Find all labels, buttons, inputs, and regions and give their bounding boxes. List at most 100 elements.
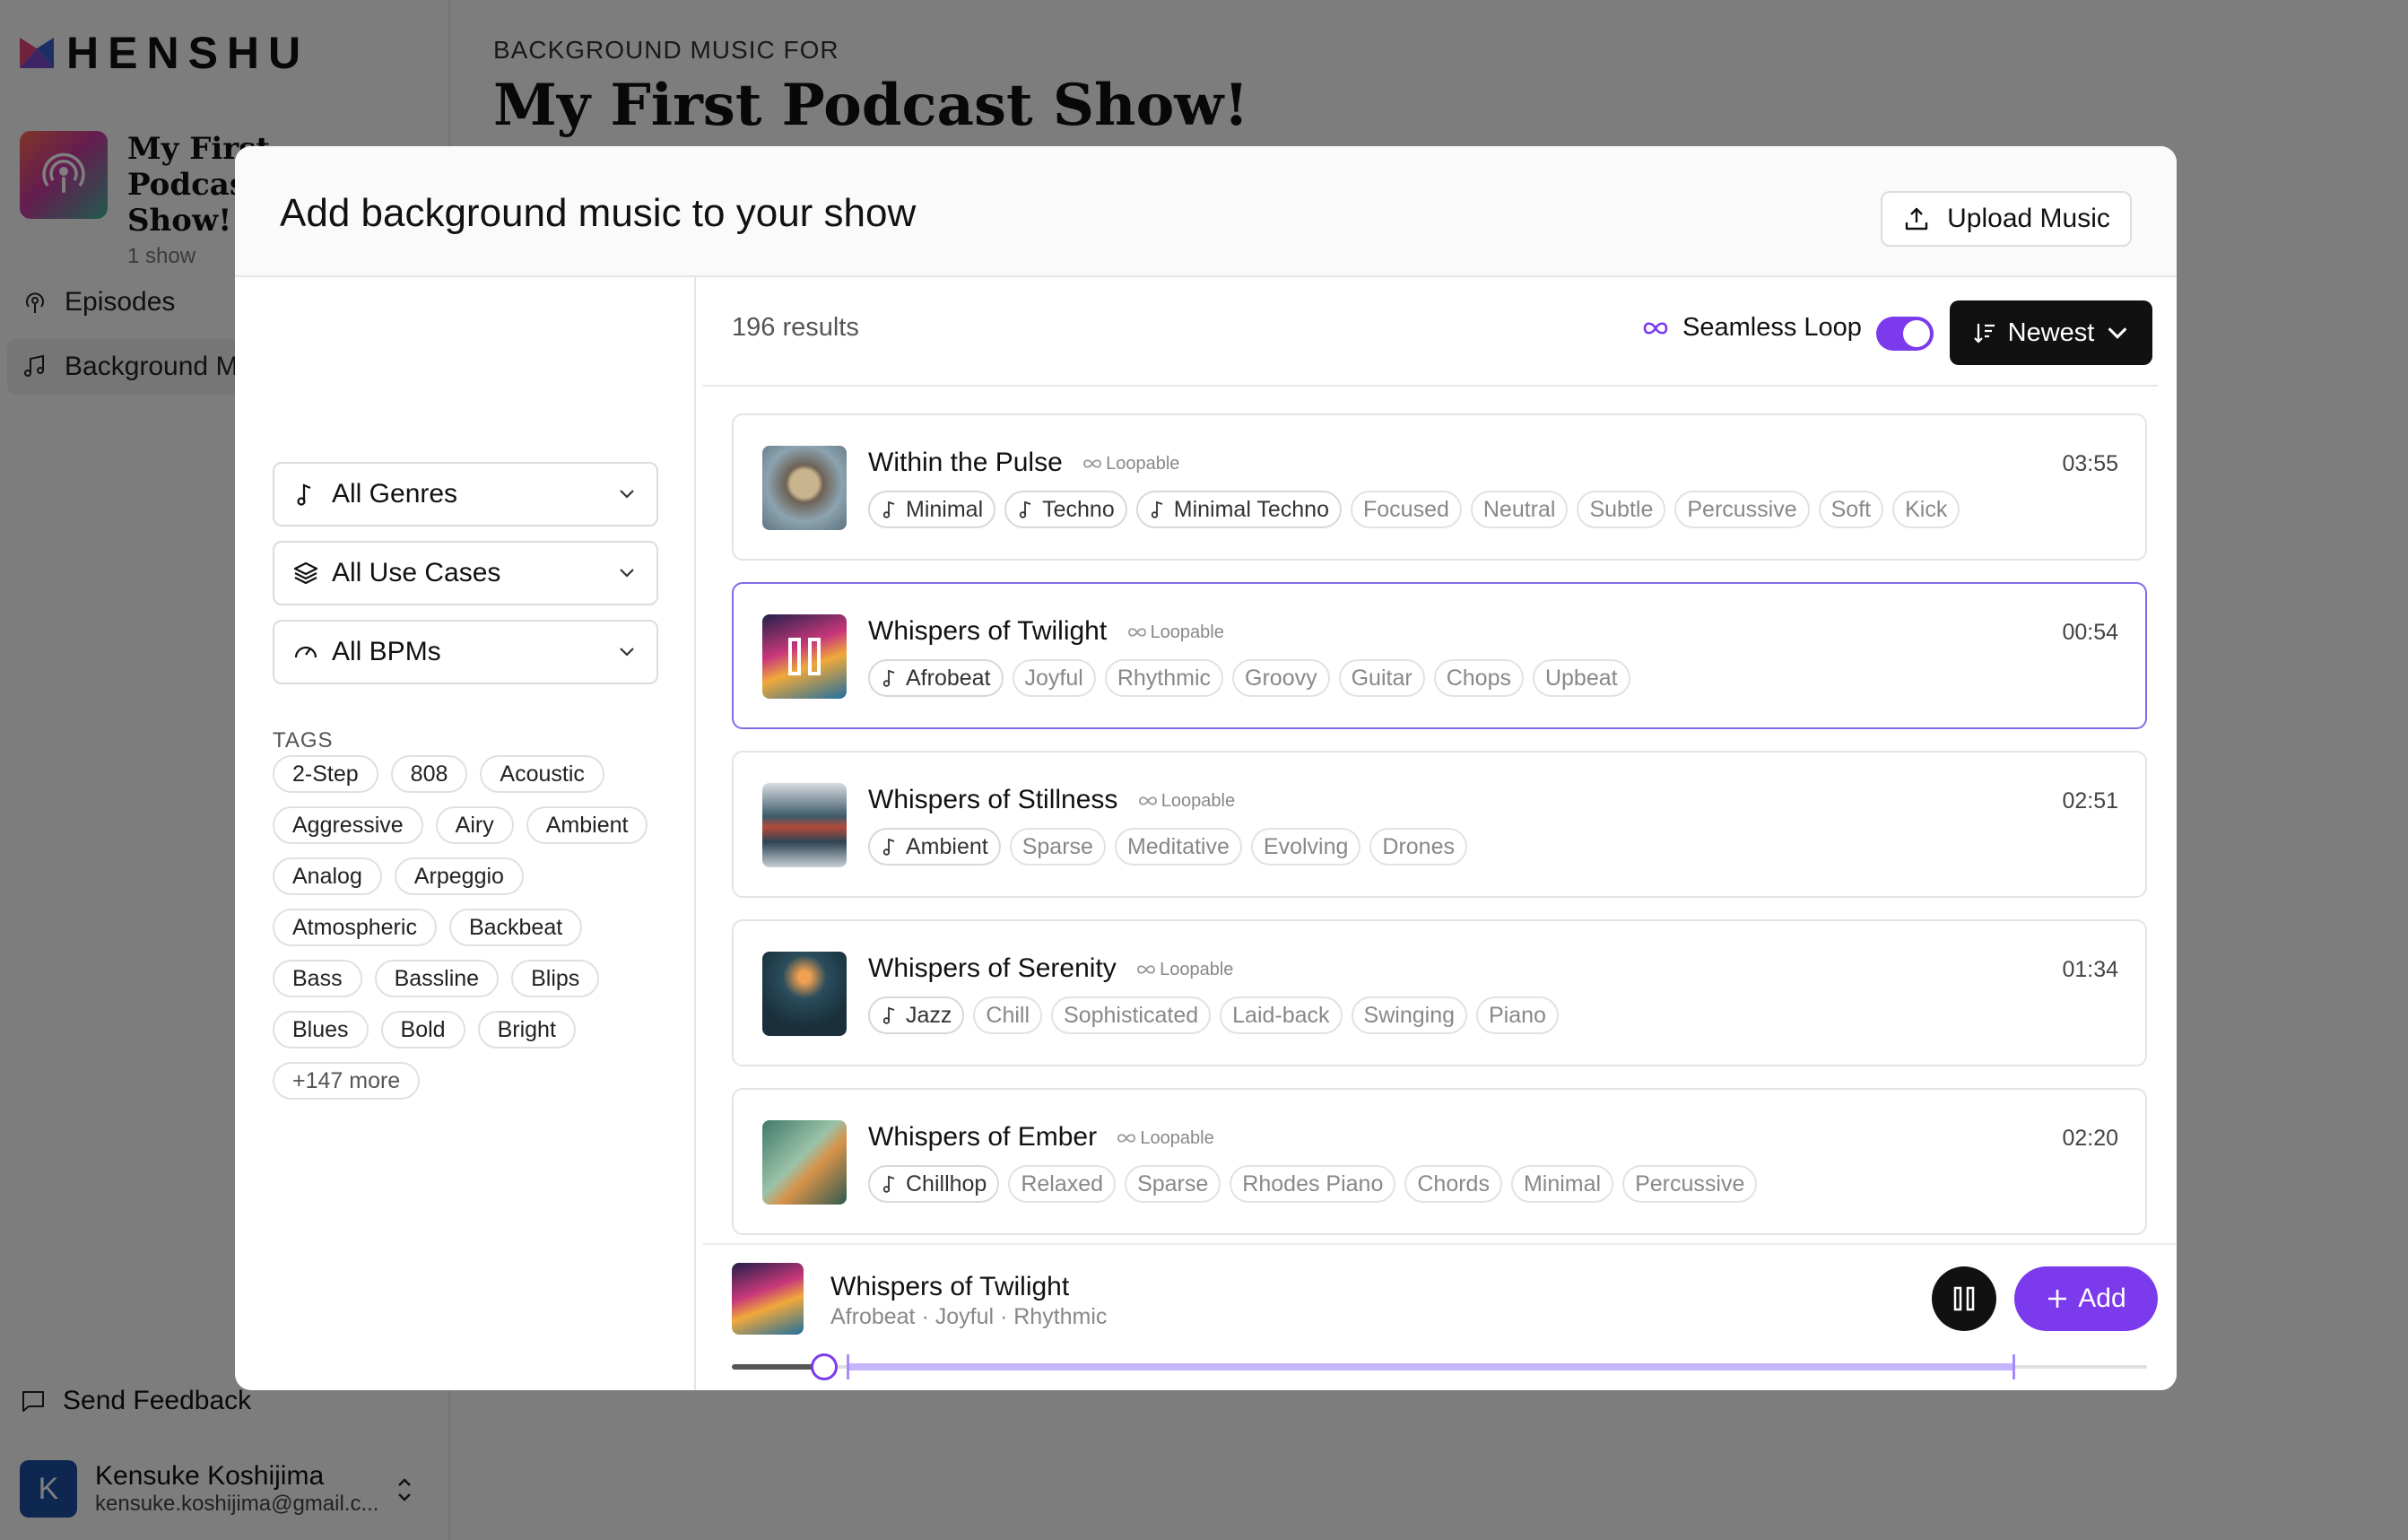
mood-tag[interactable]: Minimal [1510,1165,1614,1203]
filter-tag[interactable]: Acoustic [480,755,604,793]
loopable-badge: Loopable [1136,960,1233,980]
loopable-label: Loopable [1106,453,1180,474]
infinity-icon [1117,1134,1136,1143]
filter-tag[interactable]: Blips [511,960,600,997]
genre-tag[interactable]: Minimal Techno [1135,491,1342,528]
bpm-dropdown-label: All BPMs [332,637,441,666]
mood-tag[interactable]: Kick [1892,491,1960,528]
track-tags: Jazz Chill Sophisticated Laid-back Swinging P… [868,996,1559,1034]
mood-tag[interactable]: Subtle [1577,491,1666,528]
loop-end-marker[interactable] [2012,1354,2015,1379]
mood-tag[interactable]: Rhodes Piano [1230,1165,1396,1203]
mood-tag[interactable]: Upbeat [1532,659,1630,697]
filter-tag[interactable]: 2-Step [273,755,378,793]
filter-tag[interactable]: Bass [273,960,362,997]
loopable-badge: Loopable [1138,791,1235,812]
track-artwork [762,614,847,699]
music-note-icon [1151,500,1163,518]
filter-tag[interactable]: Aggressive [273,806,423,844]
sort-icon [1973,324,1995,344]
mood-tag[interactable]: Soft [1818,491,1884,528]
track-card[interactable]: Whispers of Ember Loopable 02:20 Chillho… [732,1088,2147,1235]
track-artwork [762,446,847,530]
filter-tag[interactable]: Bright [477,1011,576,1048]
music-note-icon [882,1175,895,1193]
mood-tag[interactable]: Chops [1433,659,1524,697]
mood-tag[interactable]: Swinging [1351,996,1467,1034]
playback-scrubber[interactable] [732,1353,2147,1380]
music-note-icon [882,1006,895,1024]
mood-tag[interactable]: Percussive [1674,491,1810,528]
results-count: 196 results [732,313,859,342]
pause-button[interactable] [1932,1266,1996,1331]
mood-tag[interactable]: Laid-back [1220,996,1343,1034]
genre-tag-label: Afrobeat [906,665,991,691]
filter-tag[interactable]: Analog [273,857,382,895]
plus-icon [2048,1290,2067,1308]
genre-tag[interactable]: Jazz [868,996,965,1034]
use-case-dropdown-label: All Use Cases [332,558,501,587]
use-case-dropdown[interactable]: All Use Cases [273,541,658,605]
loop-start-marker[interactable] [847,1354,849,1379]
track-card[interactable]: Whispers of Stillness Loopable 02:51 Amb… [732,751,2147,898]
mood-tag[interactable]: Guitar [1338,659,1425,697]
genre-tag[interactable]: Ambient [868,828,1001,866]
filter-tag[interactable]: Blues [273,1011,369,1048]
filter-tag[interactable]: 808 [390,755,468,793]
sort-dropdown[interactable]: Newest [1950,300,2152,365]
scrubber-handle[interactable] [810,1353,838,1380]
layers-icon [293,561,318,585]
genre-tag[interactable]: Minimal [868,491,996,528]
filter-tag[interactable]: Airy [435,806,514,844]
infinity-icon [1137,965,1156,974]
mood-tag[interactable]: Piano [1476,996,1559,1034]
track-card-selected[interactable]: Whispers of Twilight Loopable 00:54 Afro… [732,582,2147,729]
mood-tag[interactable]: Chill [973,996,1043,1034]
track-title-row: Whispers of Serenity Loopable [868,953,1233,984]
genre-tag-label: Minimal [906,496,984,522]
track-card[interactable]: Whispers of Serenity Loopable 01:34 Jazz… [732,919,2147,1066]
mood-tag[interactable]: Sparse [1125,1165,1221,1203]
track-title: Whispers of Stillness [868,785,1118,814]
mood-tag[interactable]: Evolving [1250,828,1361,866]
filter-tag[interactable]: Arpeggio [394,857,524,895]
mood-tag[interactable]: Chords [1404,1165,1502,1203]
genre-tag[interactable]: Techno [1004,491,1127,528]
genre-tag[interactable]: Chillhop [868,1165,1000,1203]
add-button[interactable]: Add [2014,1266,2158,1331]
mood-tag[interactable]: Focused [1350,491,1462,528]
mood-tag[interactable]: Groovy [1232,659,1330,697]
mood-tag[interactable]: Relaxed [1008,1165,1117,1203]
mood-tag[interactable]: Drones [1369,828,1467,866]
track-title: Whispers of Twilight [868,616,1108,646]
mood-tag[interactable]: Rhythmic [1104,659,1224,697]
bpm-dropdown[interactable]: All BPMs [273,620,658,684]
track-artwork [762,783,847,867]
track-duration: 02:20 [2062,1126,2118,1151]
genre-dropdown[interactable]: All Genres [273,462,658,526]
more-tags-button[interactable]: +147 more [273,1062,421,1100]
pause-icon[interactable] [787,636,822,677]
mood-tag[interactable]: Sophisticated [1051,996,1212,1034]
filter-tag[interactable]: Ambient [526,806,648,844]
loopable-badge: Loopable [1082,454,1179,474]
mood-tag[interactable]: Sparse [1009,828,1106,866]
track-list: Within the Pulse Loopable 03:55 Minimal T… [696,387,2177,1283]
upload-music-label: Upload Music [1947,204,2110,233]
track-title: Within the Pulse [868,448,1063,477]
add-music-modal: Add background music to your show Upload… [235,146,2177,1390]
mood-tag[interactable]: Neutral [1470,491,1569,528]
loopable-label: Loopable [1140,1127,1214,1148]
mood-tag[interactable]: Percussive [1622,1165,1758,1203]
filter-tag[interactable]: Bassline [374,960,500,997]
filter-tag[interactable]: Bold [380,1011,465,1048]
filter-tag[interactable]: Atmospheric [273,909,437,946]
mood-tag[interactable]: Meditative [1114,828,1242,866]
track-card[interactable]: Within the Pulse Loopable 03:55 Minimal T… [732,413,2147,561]
filter-tag[interactable]: Backbeat [448,909,583,946]
mood-tag[interactable]: Joyful [1012,659,1096,697]
genre-tag[interactable]: Afrobeat [868,659,1004,697]
loopable-label: Loopable [1161,790,1236,811]
seamless-loop-toggle[interactable] [1876,317,1934,351]
upload-music-button[interactable]: Upload Music [1881,191,2132,247]
